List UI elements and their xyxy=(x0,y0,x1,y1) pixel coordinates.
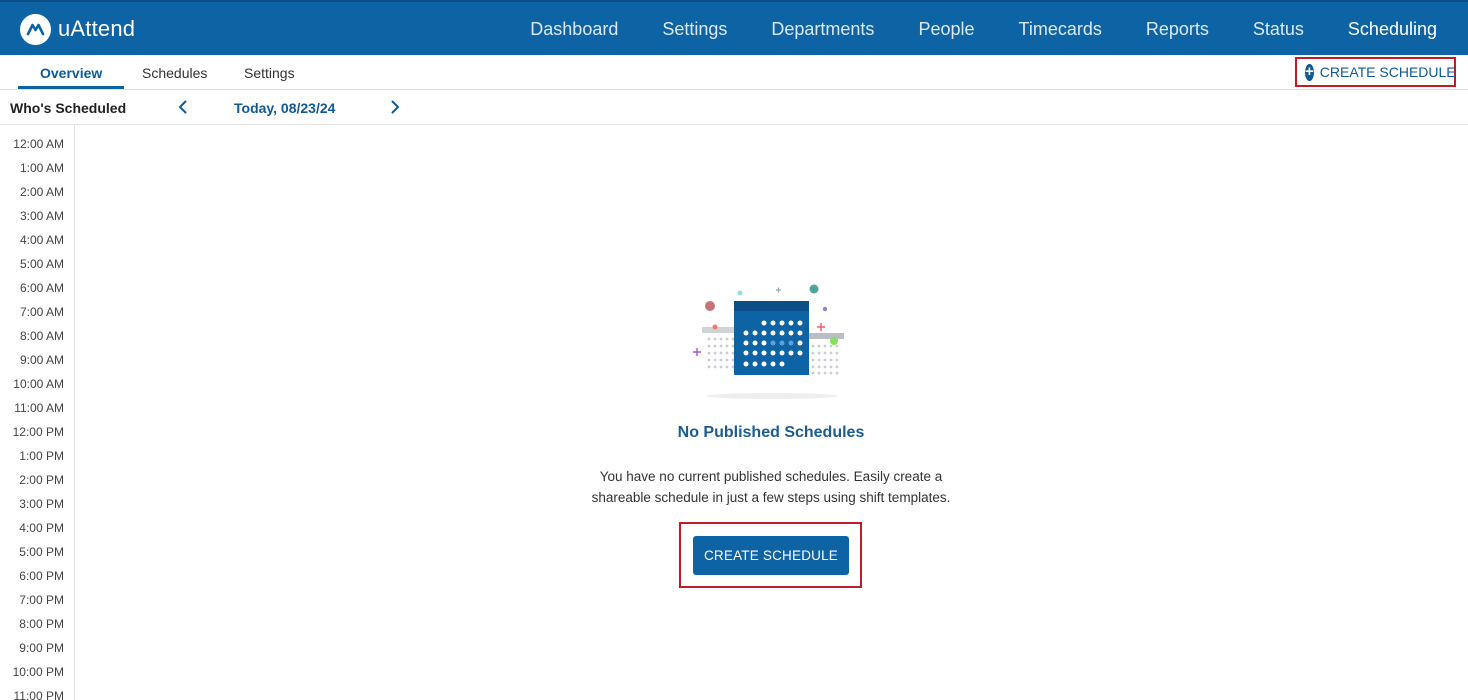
time-label: 4:00 AM xyxy=(19,233,64,247)
time-label: 12:00 AM xyxy=(13,137,64,151)
date-bar: Who's Scheduled Today, 08/23/24 xyxy=(0,90,1468,125)
time-label: 5:00 PM xyxy=(19,545,64,559)
empty-state-title: No Published Schedules xyxy=(677,424,865,441)
time-label: 5:00 AM xyxy=(19,257,64,271)
tab-overview[interactable]: Overview xyxy=(40,65,102,81)
time-label: 11:00 AM xyxy=(14,401,64,415)
uattend-logo-icon xyxy=(20,13,51,45)
nav-settings[interactable]: Settings xyxy=(662,19,727,40)
time-label: 11:00 PM xyxy=(13,689,64,700)
time-label: 2:00 PM xyxy=(19,473,64,487)
next-day-chevron-icon[interactable] xyxy=(386,98,404,116)
previous-day-chevron-icon[interactable] xyxy=(174,98,192,116)
time-label: 3:00 PM xyxy=(19,497,64,511)
time-label: 9:00 AM xyxy=(19,353,64,367)
active-tab-indicator xyxy=(18,86,124,89)
calendar-illustration-icon xyxy=(690,280,850,402)
app-logo[interactable]: uAttend xyxy=(20,12,135,46)
create-schedule-button[interactable]: CREATE SCHEDULE xyxy=(693,536,849,575)
time-label: 1:00 AM xyxy=(19,161,64,175)
time-label: 7:00 PM xyxy=(19,593,64,607)
app-name: uAttend xyxy=(58,16,136,41)
time-label: 1:00 PM xyxy=(19,449,64,463)
time-label: 8:00 PM xyxy=(19,617,64,631)
nav-status[interactable]: Status xyxy=(1253,19,1304,40)
main-nav: Dashboard Settings Departments People Ti… xyxy=(530,2,1468,57)
nav-scheduling[interactable]: Scheduling xyxy=(1348,19,1437,40)
current-date-label[interactable]: Today, 08/23/24 xyxy=(234,100,335,116)
empty-state-line-2: shareable schedule in just a few steps u… xyxy=(591,490,951,505)
nav-reports[interactable]: Reports xyxy=(1146,19,1209,40)
whos-scheduled-heading: Who's Scheduled xyxy=(10,100,127,116)
create-schedule-top-button[interactable]: + CREATE SCHEDULE xyxy=(1295,57,1456,87)
time-label: 8:00 AM xyxy=(19,329,64,343)
time-label: 10:00 AM xyxy=(13,377,64,391)
time-label: 6:00 PM xyxy=(19,569,64,583)
time-label: 2:00 AM xyxy=(19,185,64,199)
empty-state-description: You have no current published schedules.… xyxy=(560,466,982,508)
time-label: 6:00 AM xyxy=(19,281,64,295)
create-schedule-top-label: CREATE SCHEDULE xyxy=(1319,64,1456,80)
sub-nav: Overview Schedules Settings xyxy=(0,55,1468,90)
empty-state-line-1: You have no current published schedules.… xyxy=(599,469,943,484)
plus-circle-icon: + xyxy=(1305,62,1314,81)
nav-people[interactable]: People xyxy=(918,19,974,40)
nav-departments[interactable]: Departments xyxy=(771,19,874,40)
nav-timecards[interactable]: Timecards xyxy=(1019,19,1102,40)
top-nav-bar: uAttend Dashboard Settings Departments P… xyxy=(0,0,1468,55)
time-label: 3:00 AM xyxy=(19,209,64,223)
nav-dashboard[interactable]: Dashboard xyxy=(530,19,618,40)
time-label: 9:00 PM xyxy=(19,641,64,655)
time-label: 10:00 PM xyxy=(12,665,64,679)
time-column: 12:00 AM 1:00 AM 2:00 AM 3:00 AM 4:00 AM… xyxy=(0,125,75,700)
time-label: 7:00 AM xyxy=(19,305,64,319)
time-label: 4:00 PM xyxy=(19,521,64,535)
tab-settings[interactable]: Settings xyxy=(244,65,295,81)
tab-schedules[interactable]: Schedules xyxy=(142,65,207,81)
time-label: 12:00 PM xyxy=(12,425,64,439)
